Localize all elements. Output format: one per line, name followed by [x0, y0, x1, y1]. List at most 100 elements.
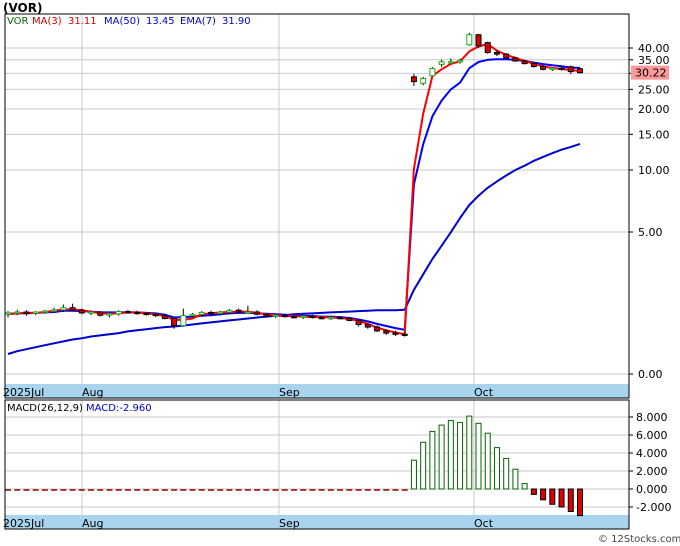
macd-x-label: 2025Jul — [3, 517, 44, 530]
candle-down — [254, 311, 261, 315]
ma50-line — [7, 142, 581, 355]
legend-ma3-label: MA(3) — [32, 16, 62, 27]
candle-down — [364, 323, 371, 328]
candle-up — [447, 61, 454, 64]
candle-down — [337, 317, 344, 320]
candle-up — [466, 34, 473, 46]
legend-ma50-value: 13.45 — [146, 16, 175, 27]
macd-bar-positive — [420, 441, 427, 490]
last-price-label: 30.22 — [635, 67, 667, 80]
candle-down — [161, 315, 168, 319]
candle-down — [309, 315, 316, 319]
candle-down — [493, 52, 500, 55]
macd-panel-frame — [4, 399, 630, 530]
price-tick-label: 35.00 — [638, 54, 670, 67]
candle-up — [60, 307, 67, 311]
ema7-line — [7, 58, 581, 331]
price-panel-frame — [4, 13, 630, 399]
candle-down — [540, 66, 547, 70]
candle-down — [346, 317, 353, 321]
candle-down — [374, 326, 381, 332]
candle-up — [438, 61, 445, 65]
candle-down — [97, 311, 104, 316]
candle-up — [429, 67, 436, 77]
price-tick-label: 10.00 — [638, 164, 670, 177]
macd-x-label: Sep — [279, 517, 300, 530]
candle-up — [41, 310, 48, 313]
candle-down — [484, 42, 491, 54]
candle-down — [392, 332, 399, 335]
candle-up — [14, 311, 21, 314]
price-x-label: Sep — [279, 386, 300, 399]
macd-bar-positive — [447, 420, 454, 490]
candle-down — [410, 76, 417, 83]
macd-bar-positive — [521, 483, 528, 490]
macd-x-label: Aug — [82, 517, 103, 530]
price-tick-label: 5.00 — [638, 226, 663, 239]
macd-bar-negative — [549, 488, 556, 505]
candle-up — [5, 312, 11, 315]
macd-bar-negative — [577, 488, 583, 517]
candle-down — [521, 60, 528, 65]
candle-down — [207, 311, 214, 315]
candle-down — [134, 311, 141, 315]
candle-down — [318, 317, 325, 320]
candle-down — [401, 333, 408, 336]
macd-bar-negative — [540, 488, 547, 501]
legend-ma50-label: MA(50) — [104, 16, 140, 27]
price-x-label: Oct — [474, 386, 494, 399]
legend-symbol: VOR — [7, 16, 29, 27]
watermark: © 12Stocks.com — [598, 534, 680, 545]
candle-down — [291, 316, 297, 319]
macd-bar-negative — [530, 488, 537, 495]
macd-bar-positive — [493, 447, 500, 490]
price-tick-label: 25.00 — [638, 83, 670, 96]
candle-down — [78, 309, 85, 314]
macd-bar-positive — [512, 468, 519, 490]
candle-up — [420, 77, 427, 84]
stock-chart-svg: (VOR) 40.0035.0030.0025.0020.0015.0010.0… — [3, 1, 680, 545]
candle-up — [244, 311, 251, 314]
candle-up — [189, 313, 196, 317]
candle-down — [503, 53, 510, 59]
macd-legend-value: MACD:-2.960 — [86, 403, 152, 414]
candle-up — [226, 309, 233, 313]
ma3-line — [7, 43, 581, 336]
candle-up — [106, 313, 113, 316]
macd-bar-positive — [410, 459, 417, 490]
candle-down — [530, 63, 537, 68]
macd-tick-label: 0.000 — [636, 483, 668, 496]
candle-up — [457, 60, 464, 63]
macd-tick-label: 8.000 — [636, 411, 668, 424]
macd-bar-positive — [457, 421, 464, 490]
macd-legend: MACD(26,12,9) MACD:-2.960 — [7, 403, 152, 414]
candle-down — [577, 68, 583, 74]
macd-bar-positive — [429, 430, 436, 490]
macd-tick-label: 2.000 — [636, 465, 668, 478]
macd-legend-name: MACD(26,12,9) — [7, 403, 83, 414]
price-x-label: 2025Jul — [3, 386, 44, 399]
candle-up — [300, 315, 307, 318]
macd-tick-label: 4.000 — [636, 447, 668, 460]
candle-up — [32, 311, 39, 314]
legend: VOR MA(3) 31.11 MA(50) 13.45 EMA(7) 31.9… — [7, 16, 251, 27]
macd-bar-negative — [558, 488, 565, 508]
candle-down — [567, 66, 574, 73]
candle-down — [558, 67, 565, 71]
candle-down — [512, 57, 519, 62]
candle-down — [124, 311, 131, 314]
candle-up — [549, 67, 556, 70]
macd-bar-positive — [438, 424, 445, 490]
candle-down — [235, 309, 242, 313]
candle-down — [281, 314, 288, 318]
candle-down — [152, 313, 159, 317]
candle-down — [355, 319, 362, 325]
candle-up — [217, 311, 224, 314]
candle-down — [383, 330, 390, 334]
macd-bar-positive — [466, 415, 473, 490]
candle-down — [143, 312, 150, 316]
macd-bar-positive — [475, 422, 482, 490]
candle-down — [171, 317, 178, 326]
price-tick-label: 15.00 — [638, 128, 670, 141]
macd-tick-label: 6.000 — [636, 429, 668, 442]
